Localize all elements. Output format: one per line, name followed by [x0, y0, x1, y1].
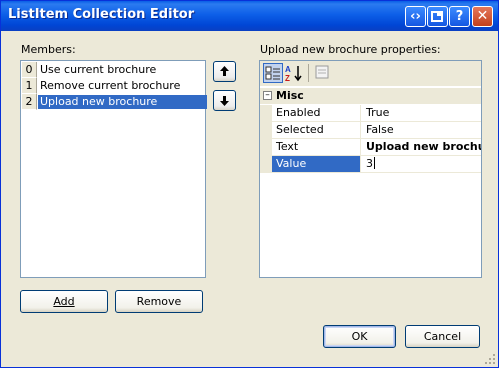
add-button-label: Add: [53, 295, 75, 308]
member-text: Use current brochure: [40, 63, 157, 76]
member-text: Remove current brochure: [40, 79, 181, 92]
row-margin: [260, 139, 272, 156]
members-listbox[interactable]: 0 Use current brochure 1 Remove current …: [20, 60, 207, 278]
member-index: 1: [22, 78, 37, 94]
property-pages-button[interactable]: [313, 63, 333, 83]
title-bar[interactable]: ListItem Collection Editor ‹› ? ✕: [1, 1, 498, 31]
text-caret: [374, 157, 375, 169]
property-grid-toolbar: A Z: [260, 61, 481, 87]
property-value-text: 3: [366, 157, 373, 170]
category-name: Misc: [276, 89, 304, 102]
collapse-icon[interactable]: –: [263, 91, 272, 100]
svg-text:A: A: [285, 65, 291, 74]
property-pages-icon: [315, 65, 329, 79]
title-extra-icon[interactable]: ‹›: [405, 6, 426, 27]
member-index: 2: [22, 94, 37, 110]
ok-button[interactable]: OK: [323, 325, 396, 348]
remove-button-label: Remove: [136, 295, 182, 308]
property-value[interactable]: True: [363, 105, 481, 121]
member-text: Upload new brochure: [38, 95, 207, 109]
row-margin: [260, 122, 272, 139]
add-button[interactable]: Add: [20, 290, 108, 313]
property-row[interactable]: Enabled True: [260, 105, 481, 122]
member-index: 0: [22, 62, 37, 78]
cancel-button[interactable]: Cancel: [405, 325, 480, 348]
members-label: Members:: [21, 43, 76, 56]
property-name: Text: [272, 139, 361, 155]
toolbar-separator: [308, 64, 309, 82]
row-margin: [260, 156, 272, 173]
member-item[interactable]: 1 Remove current brochure: [22, 78, 205, 94]
categorized-button[interactable]: [263, 63, 283, 83]
move-up-button[interactable]: [213, 61, 236, 82]
property-row-selected[interactable]: Value 3: [260, 156, 481, 173]
categorized-icon: [265, 66, 280, 80]
close-icon[interactable]: ✕: [472, 6, 493, 27]
row-margin: [260, 105, 272, 122]
restore-icon[interactable]: [427, 6, 448, 27]
svg-text:Z: Z: [285, 74, 290, 83]
members-label-text: Members:: [21, 43, 76, 56]
property-name: Selected: [272, 122, 361, 138]
arrow-down-icon: [220, 96, 229, 106]
property-category[interactable]: – Misc: [260, 88, 481, 104]
cancel-button-label: Cancel: [423, 330, 462, 343]
member-item[interactable]: 0 Use current brochure: [22, 62, 205, 78]
property-grid[interactable]: A Z – Misc Enabled True Selected False T…: [259, 60, 482, 278]
remove-button[interactable]: Remove: [115, 290, 203, 313]
property-value[interactable]: Upload new brochure: [363, 139, 481, 155]
property-row[interactable]: Text Upload new brochure: [260, 139, 481, 156]
alphabetical-button[interactable]: A Z: [284, 63, 304, 83]
resize-grip-icon[interactable]: [484, 353, 496, 365]
member-item-selected[interactable]: 2 Upload new brochure: [22, 94, 207, 110]
property-name: Enabled: [272, 105, 361, 121]
window-title: ListItem Collection Editor: [8, 7, 195, 22]
arrow-up-icon: [220, 66, 229, 76]
property-row[interactable]: Selected False: [260, 122, 481, 139]
property-name: Value: [272, 156, 361, 172]
properties-label: Upload new brochure properties:: [260, 43, 441, 56]
property-value[interactable]: False: [363, 122, 481, 138]
property-value-editor[interactable]: 3: [363, 156, 481, 172]
alphabetical-sort-icon: A Z: [285, 65, 302, 83]
ok-button-label: OK: [351, 330, 368, 343]
move-down-button[interactable]: [213, 90, 236, 111]
collection-editor-window: ListItem Collection Editor ‹› ? ✕ Member…: [0, 0, 499, 368]
help-icon[interactable]: ?: [449, 6, 470, 27]
